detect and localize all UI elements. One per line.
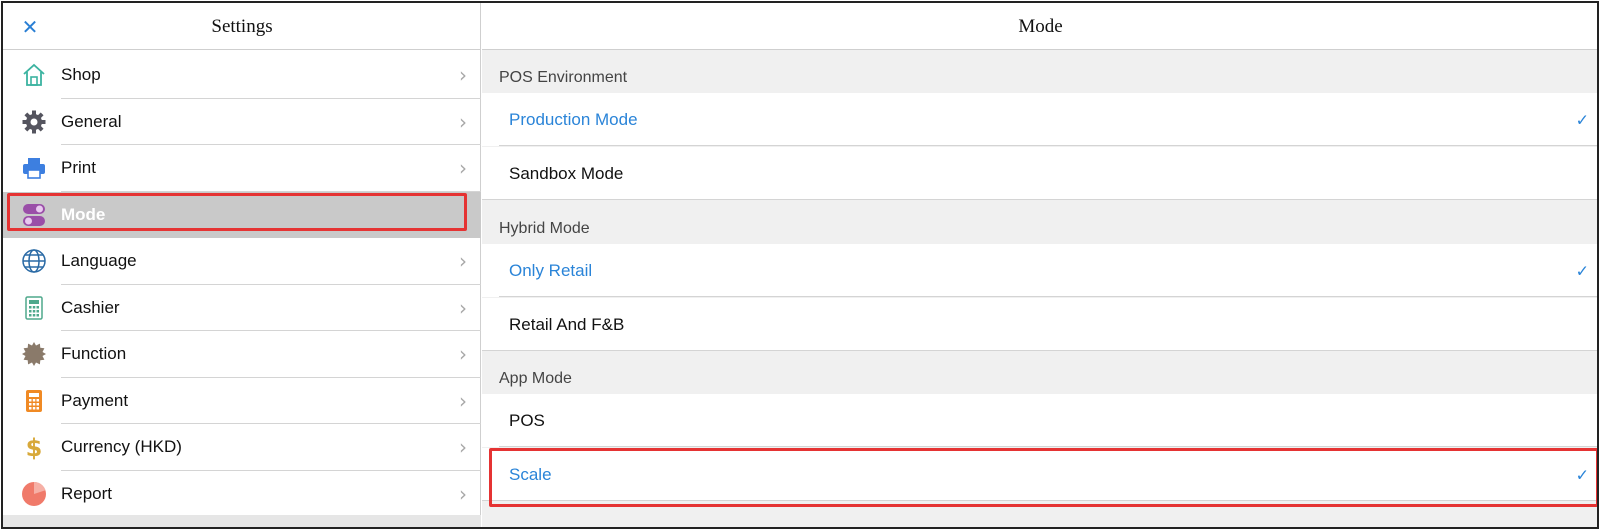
section-label-pos-environment: POS Environment — [499, 69, 628, 86]
sidebar-header: ✕ Settings — [3, 3, 481, 50]
option-retail-and-fb[interactable]: Retail And F&B — [482, 298, 1597, 351]
divider — [482, 199, 1597, 200]
chevron-right-icon: › — [459, 156, 467, 181]
svg-text:$: $ — [26, 434, 43, 460]
sidebar-title: Settings — [211, 16, 273, 37]
sidebar-item-label: Language — [61, 251, 137, 271]
sidebar-item-label: Payment — [61, 390, 129, 410]
chevron-right-icon: › — [459, 435, 467, 460]
divider — [499, 296, 1597, 297]
option-label: Only Retail — [509, 260, 593, 280]
option-scale[interactable]: Scale ✓ — [482, 448, 1597, 501]
section-label-hybrid-mode: Hybrid Mode — [499, 220, 590, 237]
panel-header: Mode — [482, 3, 1597, 50]
section-label-app-mode: App Mode — [499, 370, 572, 387]
checkmark-icon: ✓ — [1575, 110, 1589, 129]
dollar-icon: $ — [17, 430, 51, 464]
printer-icon — [17, 151, 51, 185]
sidebar-item-cashier[interactable]: Cashier › — [3, 285, 481, 331]
sidebar-item-report[interactable]: Report › — [3, 471, 481, 517]
sidebar-item-label: Shop — [61, 65, 101, 85]
sidebar-item-label: General — [61, 111, 122, 131]
sidebar-item-language[interactable]: Language › — [3, 238, 481, 285]
sidebar-item-function[interactable]: Function › — [3, 331, 481, 378]
chevron-right-icon: › — [459, 342, 467, 367]
sidebar-item-general[interactable]: General › — [3, 99, 481, 145]
calculator-icon — [17, 291, 51, 325]
pie-chart-icon — [17, 477, 51, 511]
badge-icon — [17, 337, 51, 371]
option-production-mode[interactable]: Production Mode ✓ — [482, 93, 1597, 146]
option-label: Retail And F&B — [509, 314, 625, 334]
sidebar-item-shop[interactable]: Shop › — [3, 52, 481, 99]
toggle-icon — [17, 198, 51, 232]
option-label: Production Mode — [509, 109, 638, 129]
chevron-right-icon: › — [459, 109, 467, 134]
sidebar-item-label: Print — [61, 158, 96, 178]
shop-icon — [17, 58, 51, 92]
gear-icon — [17, 105, 51, 139]
settings-menu: Shop › General › Print › Mode Language ›… — [3, 52, 481, 517]
app-window: ✕ Settings Shop › General › Print › Mode… — [1, 1, 1599, 529]
option-label: Sandbox Mode — [509, 163, 624, 183]
globe-icon — [17, 244, 51, 278]
sidebar-item-payment[interactable]: Payment › — [3, 378, 481, 424]
option-sandbox-mode[interactable]: Sandbox Mode — [482, 147, 1597, 200]
sidebar-item-label: Report — [61, 483, 113, 503]
sidebar-item-label: Mode — [61, 204, 106, 224]
mode-panel: Mode POS Environment Production Mode ✓ S… — [482, 3, 1597, 527]
page-title: Mode — [1018, 16, 1063, 37]
chevron-right-icon: › — [459, 481, 467, 506]
chevron-right-icon: › — [459, 63, 467, 88]
divider — [482, 350, 1597, 351]
option-pos[interactable]: POS — [482, 394, 1597, 447]
calculator-icon — [17, 384, 51, 418]
chevron-right-icon: › — [459, 388, 467, 413]
sidebar-item-mode[interactable]: Mode — [3, 191, 481, 238]
sidebar-item-currency[interactable]: $ Currency (HKD) › — [3, 424, 481, 471]
divider — [499, 145, 1597, 146]
divider — [499, 446, 1597, 447]
chevron-right-icon: › — [459, 249, 467, 274]
chevron-right-icon: › — [459, 295, 467, 320]
sidebar-item-label: Currency (HKD) — [61, 437, 182, 457]
settings-sidebar: ✕ Settings Shop › General › Print › Mode… — [3, 3, 481, 527]
divider — [482, 500, 1597, 501]
checkmark-icon: ✓ — [1575, 465, 1589, 484]
option-only-retail[interactable]: Only Retail ✓ — [482, 244, 1597, 297]
sidebar-item-print[interactable]: Print › — [3, 145, 481, 192]
sidebar-item-label: Function — [61, 344, 127, 364]
option-label: POS — [509, 410, 545, 430]
sidebar-footer — [3, 515, 481, 527]
checkmark-icon: ✓ — [1575, 261, 1589, 280]
option-label: Scale — [509, 464, 552, 484]
sidebar-item-label: Cashier — [61, 297, 120, 317]
